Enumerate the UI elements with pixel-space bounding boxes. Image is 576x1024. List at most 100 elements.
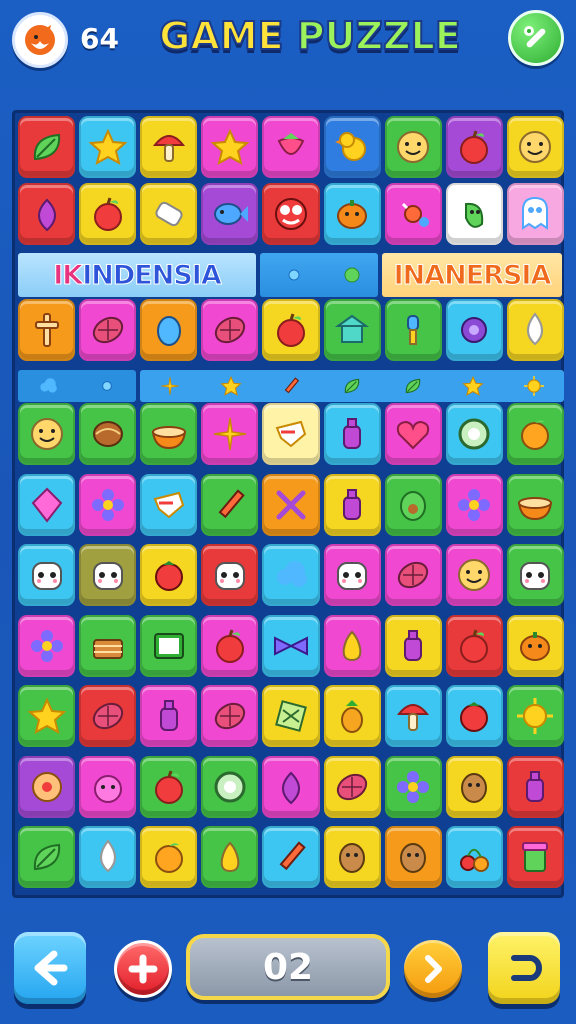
- tile-orange[interactable]: [506, 403, 564, 465]
- bottle-icon: [343, 418, 362, 449]
- tile-pencil[interactable]: [262, 826, 320, 888]
- tile-tag[interactable]: [140, 183, 198, 245]
- add-button[interactable]: [114, 940, 172, 998]
- tile-potato[interactable]: [445, 755, 503, 818]
- tile-panda[interactable]: [79, 544, 137, 606]
- tile-gear[interactable]: [445, 299, 503, 361]
- tile-mushroom[interactable]: [140, 116, 198, 178]
- tile-melon[interactable]: [201, 299, 259, 361]
- tile-bird[interactable]: [140, 473, 198, 536]
- tile-egg[interactable]: [140, 299, 198, 361]
- tile-fish[interactable]: [201, 183, 259, 245]
- tile-apple[interactable]: [445, 116, 503, 178]
- tile-cake[interactable]: [79, 614, 137, 677]
- tile-melon[interactable]: [323, 755, 381, 818]
- tile-star[interactable]: [18, 685, 76, 747]
- tile-star[interactable]: [79, 116, 137, 178]
- tile-bowl[interactable]: [506, 473, 564, 536]
- tile-strawberry[interactable]: [262, 116, 320, 178]
- tile-pear[interactable]: [201, 826, 259, 888]
- tile-scissors[interactable]: [262, 473, 320, 536]
- tile-leaf[interactable]: [18, 826, 76, 888]
- tile-apple[interactable]: [79, 183, 137, 245]
- tile-bottle[interactable]: [323, 473, 381, 536]
- tile-cloud[interactable]: [262, 544, 320, 606]
- tile-panda[interactable]: [201, 544, 259, 606]
- tile-coconut[interactable]: [79, 403, 137, 465]
- tile-onion[interactable]: [262, 755, 320, 818]
- tile-potato[interactable]: [384, 826, 442, 888]
- tile-face[interactable]: [18, 403, 76, 465]
- heart-icon: [397, 420, 430, 450]
- tile-cherry[interactable]: [445, 826, 503, 888]
- tile-panda[interactable]: [506, 544, 564, 606]
- tile-onion[interactable]: [18, 183, 76, 245]
- tile-spark[interactable]: [201, 403, 259, 465]
- tile-pineapple[interactable]: [323, 685, 381, 747]
- tile-face[interactable]: [445, 544, 503, 606]
- tile-kiwi[interactable]: [445, 403, 503, 465]
- tile-flower[interactable]: [384, 755, 442, 818]
- tile-bowl[interactable]: [140, 403, 198, 465]
- tile-face[interactable]: [384, 116, 442, 178]
- tile-bottle[interactable]: [323, 403, 381, 465]
- tile-pumpkin[interactable]: [506, 614, 564, 677]
- tile-drop[interactable]: [79, 826, 137, 888]
- profile-button[interactable]: [12, 12, 68, 68]
- tile-panda[interactable]: [18, 544, 76, 606]
- next-button[interactable]: [404, 940, 462, 998]
- tile-book[interactable]: [140, 614, 198, 677]
- tile-melon[interactable]: [79, 685, 137, 747]
- tile-apple[interactable]: [262, 299, 320, 361]
- tile-net[interactable]: [262, 685, 320, 747]
- tile-potato[interactable]: [323, 826, 381, 888]
- tile-gem[interactable]: [18, 473, 76, 536]
- tile-cup[interactable]: [506, 826, 564, 888]
- tile-pumpkin[interactable]: [323, 183, 381, 245]
- tile-orange[interactable]: [140, 826, 198, 888]
- tile-avocado[interactable]: [384, 473, 442, 536]
- tile-melon[interactable]: [79, 299, 137, 361]
- tile-tomato[interactable]: [445, 685, 503, 747]
- tile-leaf[interactable]: [18, 116, 76, 178]
- tile-pepper[interactable]: [445, 183, 503, 245]
- tile-apple[interactable]: [445, 614, 503, 677]
- tile-sun[interactable]: [506, 685, 564, 747]
- tile-kiwi[interactable]: [201, 755, 259, 818]
- tile-candy[interactable]: [384, 183, 442, 245]
- tile-blob[interactable]: [79, 755, 137, 818]
- back-button[interactable]: [14, 932, 86, 1004]
- tile-bottle[interactable]: [384, 614, 442, 677]
- tile-duck[interactable]: [323, 116, 381, 178]
- tile-melon[interactable]: [201, 685, 259, 747]
- tile-bottle[interactable]: [506, 755, 564, 818]
- tile-face[interactable]: [506, 116, 564, 178]
- undo-button[interactable]: [488, 932, 560, 1004]
- level-indicator: 02: [186, 934, 390, 1000]
- tile-mushroom[interactable]: [384, 685, 442, 747]
- tile-monster[interactable]: [262, 183, 320, 245]
- bubble-icon: [101, 381, 112, 391]
- tile-heart[interactable]: [384, 403, 442, 465]
- tile-ghost[interactable]: [506, 183, 564, 245]
- tile-bow[interactable]: [262, 614, 320, 677]
- tile-cross[interactable]: [18, 299, 76, 361]
- tile-donut[interactable]: [18, 755, 76, 818]
- tile-lamp[interactable]: [384, 299, 442, 361]
- tile-tomato[interactable]: [140, 544, 198, 606]
- tile-flower[interactable]: [18, 614, 76, 677]
- tile-pear[interactable]: [323, 614, 381, 677]
- tile-pencil[interactable]: [201, 473, 259, 536]
- tile-flower[interactable]: [79, 473, 137, 536]
- tile-apple[interactable]: [140, 755, 198, 818]
- tile-temple[interactable]: [323, 299, 381, 361]
- tile-melon[interactable]: [384, 544, 442, 606]
- tile-flower[interactable]: [445, 473, 503, 536]
- tile-bottle[interactable]: [140, 685, 198, 747]
- settings-button[interactable]: [508, 10, 564, 66]
- tile-star[interactable]: [201, 116, 259, 178]
- tile-panda[interactable]: [323, 544, 381, 606]
- tile-apple[interactable]: [201, 614, 259, 677]
- tile-bird[interactable]: [262, 403, 320, 465]
- tile-drop[interactable]: [506, 299, 564, 361]
